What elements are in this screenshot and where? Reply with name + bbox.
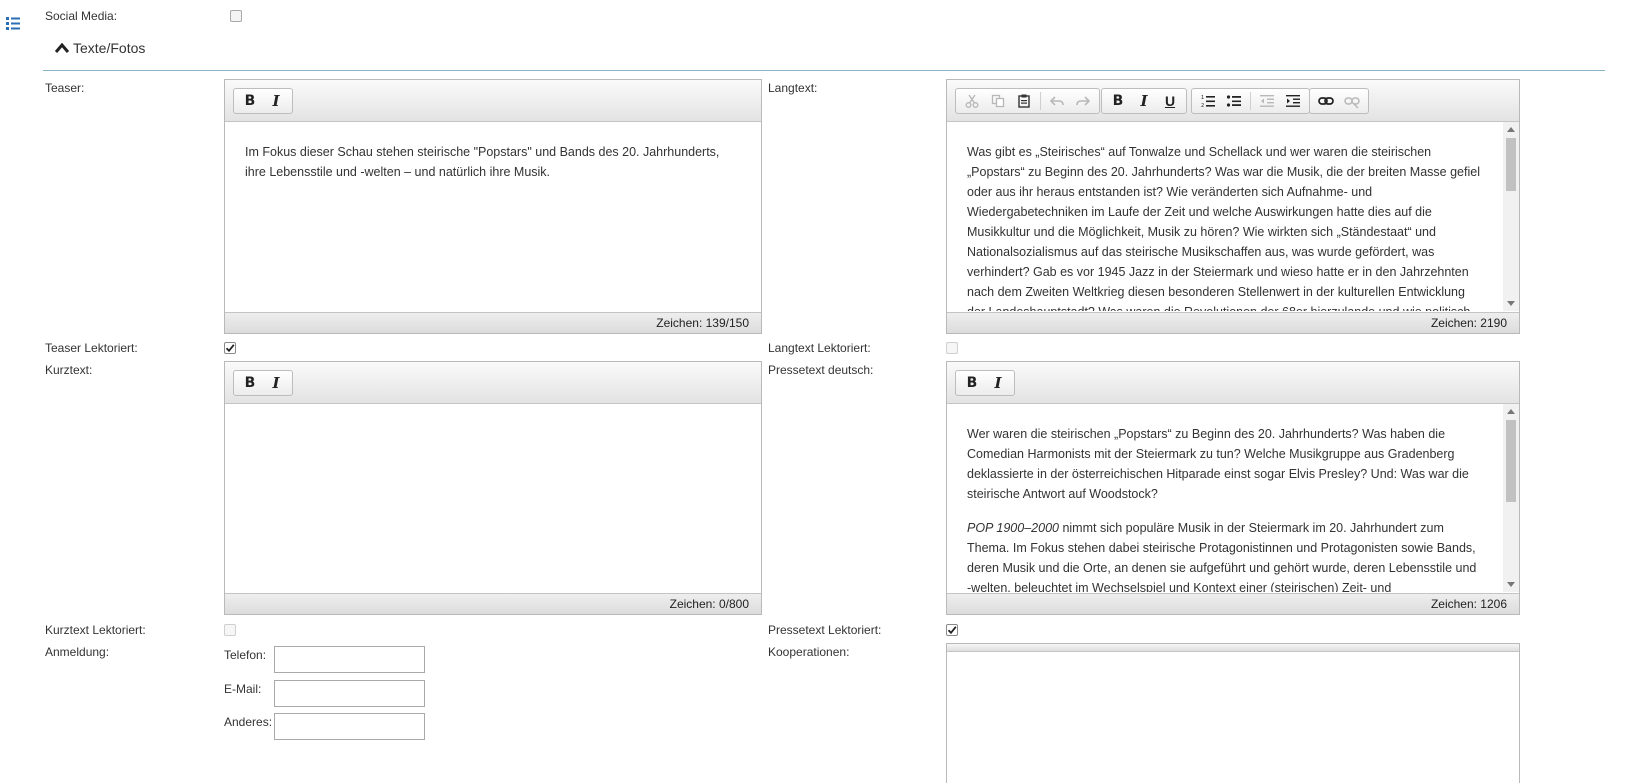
pressetext-scrollbar[interactable] — [1503, 404, 1519, 592]
svg-text:2: 2 — [1201, 103, 1204, 109]
pressetext-text-area[interactable]: Wer waren die steirischen „Popstars“ zu … — [947, 404, 1503, 592]
langtext-list-group: 12 — [1191, 88, 1310, 114]
teaser-format-group: B I — [233, 88, 293, 114]
section-divider — [43, 70, 1605, 71]
teaser-reviewed-checkbox[interactable] — [224, 342, 236, 354]
cut-icon[interactable] — [959, 90, 985, 112]
anmeldung-label: Anmeldung: — [45, 645, 110, 659]
kurztext-char-counter: Zeichen: 0/800 — [225, 593, 761, 614]
scroll-down-icon[interactable] — [1507, 301, 1515, 306]
social-media-checkbox[interactable] — [230, 10, 242, 22]
list-icon[interactable] — [4, 14, 22, 32]
pressetext-bold-button[interactable]: B — [959, 372, 985, 394]
copy-icon[interactable] — [985, 90, 1011, 112]
pressetext-paragraph-2: POP 1900–2000 nimmt sich populäre Musik … — [967, 518, 1483, 592]
pressetext-label: Pressetext deutsch: — [768, 363, 874, 377]
teaser-bold-button[interactable]: B — [237, 90, 263, 112]
langtext-scroll-thumb[interactable] — [1506, 138, 1516, 191]
langtext-text: Was gibt es „Steirisches“ auf Tonwalze u… — [967, 145, 1480, 311]
langtext-text-area[interactable]: Was gibt es „Steirisches“ auf Tonwalze u… — [947, 122, 1503, 311]
teaser-editor: B I Im Fokus dieser Schau stehen steiris… — [224, 79, 762, 334]
langtext-italic-button[interactable]: I — [1131, 90, 1157, 112]
kurztext-format-group: B I — [233, 370, 293, 396]
teaser-italic-button[interactable]: I — [263, 90, 289, 112]
bulleted-list-icon[interactable] — [1221, 90, 1247, 112]
email-label: E-Mail: — [224, 682, 262, 696]
langtext-clipboard-group — [955, 88, 1100, 114]
toolbar-separator — [1040, 92, 1041, 110]
email-input[interactable] — [274, 680, 425, 707]
indent-icon[interactable] — [1280, 90, 1306, 112]
telefon-input[interactable] — [274, 646, 425, 673]
pressetext-toolbar: B I — [947, 362, 1519, 404]
pressetext-paragraph-1: Wer waren die steirischen „Popstars“ zu … — [967, 427, 1469, 501]
langtext-char-counter: Zeichen: 2190 — [947, 312, 1519, 333]
kurztext-reviewed-checkbox[interactable] — [224, 624, 236, 636]
chevron-up-icon — [54, 40, 70, 53]
section-title: Texte/Fotos — [73, 40, 146, 56]
pressetext-reviewed-label: Pressetext Lektoriert: — [768, 623, 882, 637]
langtext-format-group: B I U — [1101, 88, 1187, 114]
langtext-reviewed-checkbox[interactable] — [946, 342, 958, 354]
teaser-toolbar: B I — [225, 80, 761, 122]
pressetext-editor: B I Wer waren die steirischen „Popstars“… — [946, 361, 1520, 615]
outdent-icon[interactable] — [1254, 90, 1280, 112]
scroll-down-icon[interactable] — [1507, 582, 1515, 587]
langtext-toolbar: B I U 12 — [947, 80, 1519, 122]
teaser-label: Teaser: — [45, 81, 85, 95]
kurztext-italic-button[interactable]: I — [263, 372, 289, 394]
kurztext-toolbar: B I — [225, 362, 761, 404]
unlink-icon[interactable] — [1339, 90, 1365, 112]
pressetext-format-group: B I — [955, 370, 1015, 396]
social-media-label: Social Media: — [45, 9, 118, 23]
link-icon[interactable] — [1313, 90, 1339, 112]
kurztext-editor: B I Zeichen: 0/800 — [224, 361, 762, 615]
redo-icon[interactable] — [1070, 90, 1096, 112]
anderes-label: Anderes: — [224, 715, 273, 729]
undo-icon[interactable] — [1044, 90, 1070, 112]
section-toggle-texte-fotos[interactable]: Texte/Fotos — [54, 40, 146, 56]
teaser-reviewed-label: Teaser Lektoriert: — [45, 341, 138, 355]
paste-icon[interactable] — [1011, 90, 1037, 112]
toolbar-separator — [1250, 92, 1251, 110]
anderes-input[interactable] — [274, 713, 425, 740]
teaser-text-area[interactable]: Im Fokus dieser Schau stehen steirische … — [225, 122, 761, 311]
kooperationen-editor[interactable] — [946, 643, 1520, 783]
kurztext-reviewed-label: Kurztext Lektoriert: — [45, 623, 146, 637]
kooperationen-toolbar — [947, 644, 1519, 652]
pressetext-italic-button[interactable]: I — [985, 372, 1011, 394]
teaser-char-counter: Zeichen: 139/150 — [225, 312, 761, 333]
pressetext-scroll-thumb[interactable] — [1506, 420, 1516, 502]
scroll-up-icon[interactable] — [1507, 127, 1515, 132]
langtext-scrollbar[interactable] — [1503, 122, 1519, 311]
langtext-link-group — [1309, 88, 1369, 114]
numbered-list-icon[interactable]: 12 — [1195, 90, 1221, 112]
telefon-label: Telefon: — [224, 648, 267, 662]
langtext-bold-button[interactable]: B — [1105, 90, 1131, 112]
kurztext-bold-button[interactable]: B — [237, 372, 263, 394]
langtext-reviewed-label: Langtext Lektoriert: — [768, 341, 871, 355]
kooperationen-label: Kooperationen: — [768, 645, 850, 659]
scroll-up-icon[interactable] — [1507, 409, 1515, 414]
pressetext-reviewed-checkbox[interactable] — [946, 624, 958, 636]
langtext-underline-button[interactable]: U — [1157, 90, 1183, 112]
svg-text:1: 1 — [1201, 95, 1204, 101]
pressetext-char-counter: Zeichen: 1206 — [947, 593, 1519, 614]
kurztext-text-area[interactable] — [225, 404, 761, 592]
langtext-editor: B I U 12 Was gibt es „Steirisches“ auf T… — [946, 79, 1520, 334]
kurztext-label: Kurztext: — [45, 363, 93, 377]
teaser-text: Im Fokus dieser Schau stehen steirische … — [245, 145, 720, 179]
langtext-label: Langtext: — [768, 81, 818, 95]
pressetext-title-italic: POP 1900–2000 — [967, 521, 1059, 535]
